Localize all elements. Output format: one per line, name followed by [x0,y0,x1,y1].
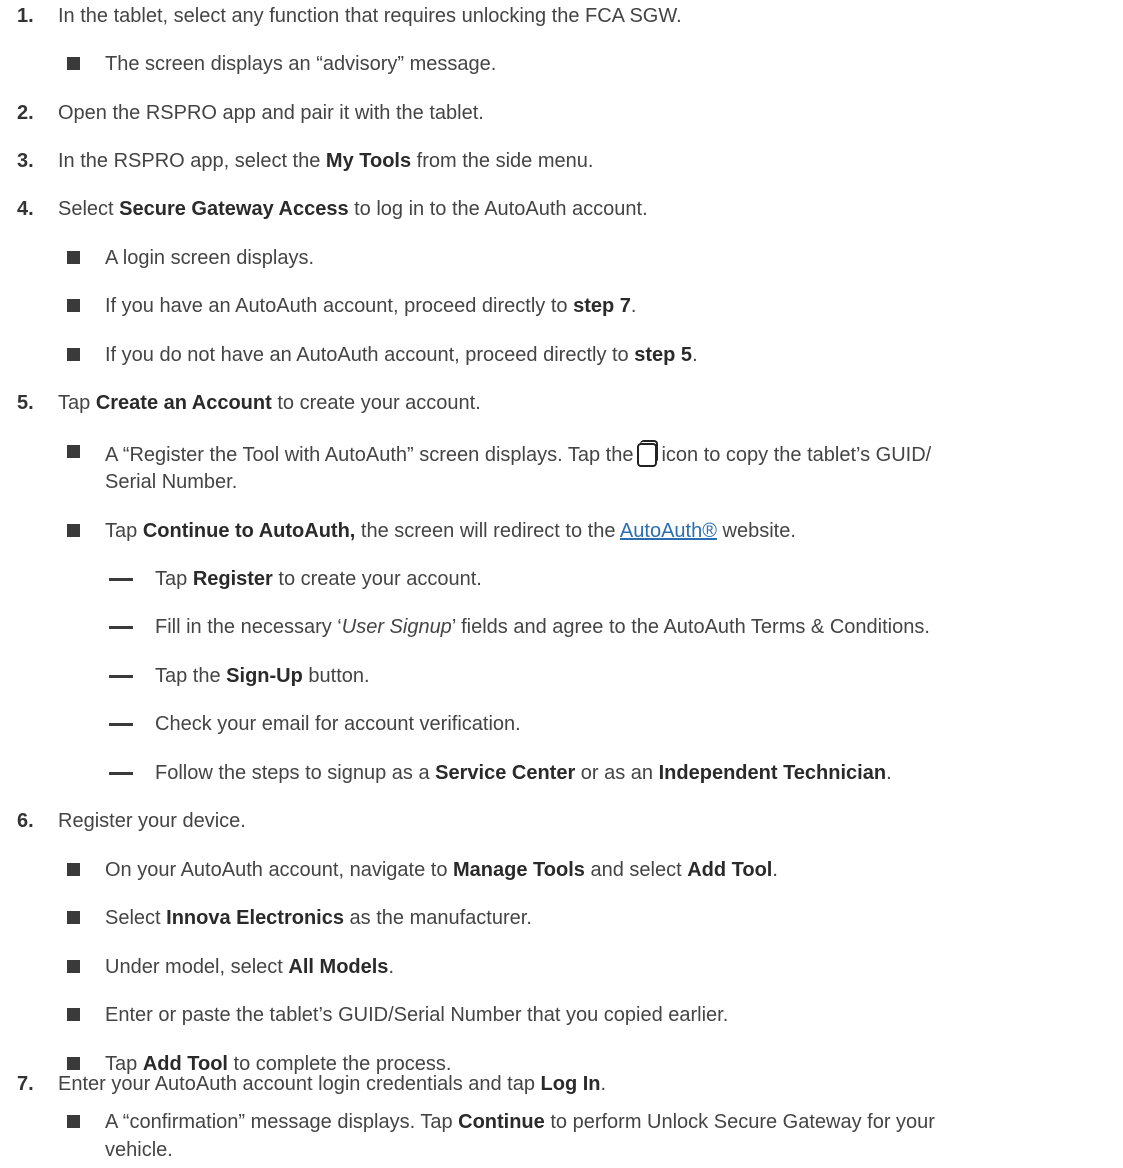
step-number: 3. [17,150,34,172]
bullet-text: A login screen displays. [105,247,315,269]
bullet-square-icon [67,911,80,924]
bullet-square-icon [67,960,80,973]
dash-bullet-icon [109,772,133,775]
bullet-text: vehicle. [105,1139,173,1161]
copy-icon [637,440,659,467]
bullet-text: If you have an AutoAuth account, proceed… [105,295,637,317]
bullet-text: Enter or paste the tablet’s GUID/Serial … [105,1004,729,1026]
bullet-square-icon [67,251,80,264]
bullet-square-icon [67,524,80,537]
dash-bullet-icon [109,626,133,629]
subitem-text: Check your email for account verificatio… [155,713,521,735]
step-text: Open the RSPRO app and pair it with the … [58,102,484,124]
autoauth-link[interactable]: AutoAuth® [620,520,717,542]
subitem-text: Tap Register to create your account. [155,568,482,590]
step-number: 5. [17,392,34,414]
bullet-text: Under model, select All Models. [105,956,394,978]
subitem-text: Tap the Sign-Up button. [155,665,370,687]
step-number: 4. [17,198,34,220]
bullet-square-icon [67,1057,80,1070]
bullet-text: If you do not have an AutoAuth account, … [105,344,698,366]
bullet-square-icon [67,1115,80,1128]
dash-bullet-icon [109,723,133,726]
step-number: 2. [17,102,34,124]
bullet-text: The screen displays an “advisory” messag… [105,53,497,75]
step-text: In the tablet, select any function that … [58,5,682,27]
step-number: 6. [17,810,34,832]
step-text: Enter your AutoAuth account login creden… [58,1073,607,1095]
bullet-square-icon [67,299,80,312]
step-text: Tap Create an Account to create your acc… [58,392,481,414]
step-text: Register your device. [58,810,246,832]
bullet-text: Serial Number. [105,471,238,493]
subitem-text: Follow the steps to signup as a Service … [155,762,892,784]
bullet-text: Select Innova Electronics as the manufac… [105,907,532,929]
bullet-square-icon [67,1008,80,1021]
bullet-text: Tap Continue to AutoAuth, the screen wil… [105,520,796,542]
step-number: 1. [17,5,34,27]
bullet-square-icon [67,57,80,70]
bullet-text: On your AutoAuth account, navigate to Ma… [105,859,778,881]
subitem-text: Fill in the necessary ‘User Signup’ fiel… [155,616,930,638]
instructions-document: 1. In the tablet, select any function th… [0,0,1123,1168]
bullet-square-icon [67,348,80,361]
bullet-text: A “confirmation” message displays. Tap C… [105,1111,935,1133]
dash-bullet-icon [109,578,133,581]
step-text: In the RSPRO app, select the My Tools fr… [58,150,594,172]
step-number: 7. [17,1073,34,1095]
bullet-text: A “Register the Tool with AutoAuth” scre… [105,440,931,467]
step-text: Select Secure Gateway Access to log in t… [58,198,648,220]
bullet-square-icon [67,863,80,876]
dash-bullet-icon [109,675,133,678]
bullet-square-icon [67,445,80,458]
